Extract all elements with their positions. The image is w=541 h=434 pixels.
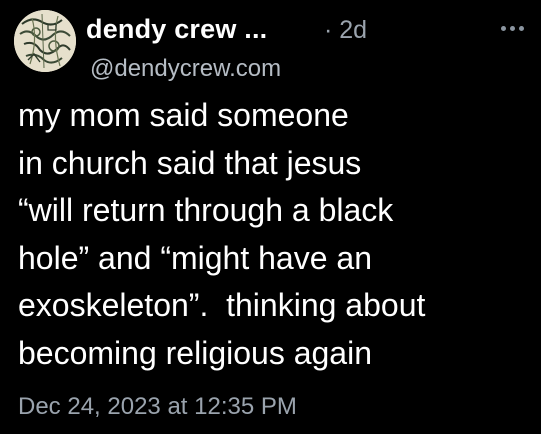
post-date: Dec 24, 2023 at 12:35 PM — [18, 393, 297, 420]
post-text-line: “will return through a black — [18, 192, 394, 228]
post-card: dendy crew ... · 2d @dendycrew.com my mo… — [0, 0, 541, 434]
post-text-line: in church said that jesus — [18, 144, 362, 181]
post-time-ago[interactable]: · 2d — [324, 16, 367, 45]
post-text-line: becoming religious again — [18, 334, 372, 371]
more-horizontal-icon — [500, 25, 506, 31]
sketch-avatar-icon — [14, 10, 76, 72]
more-horizontal-icon-dot — [509, 25, 515, 31]
post-text: my mom said someone in church said that … — [18, 92, 533, 377]
post-text-line: my mom said someone — [18, 97, 349, 133]
post-text-line: exoskeleton”. thinking about — [18, 287, 426, 323]
author-display-name[interactable]: dendy crew ... — [86, 14, 267, 45]
more-options-button[interactable] — [496, 18, 528, 38]
author-handle[interactable]: @dendycrew.com — [90, 55, 281, 83]
author-avatar[interactable] — [14, 10, 76, 72]
post-text-line: hole” and “might have an — [18, 239, 372, 276]
more-horizontal-icon-dot — [518, 25, 524, 31]
